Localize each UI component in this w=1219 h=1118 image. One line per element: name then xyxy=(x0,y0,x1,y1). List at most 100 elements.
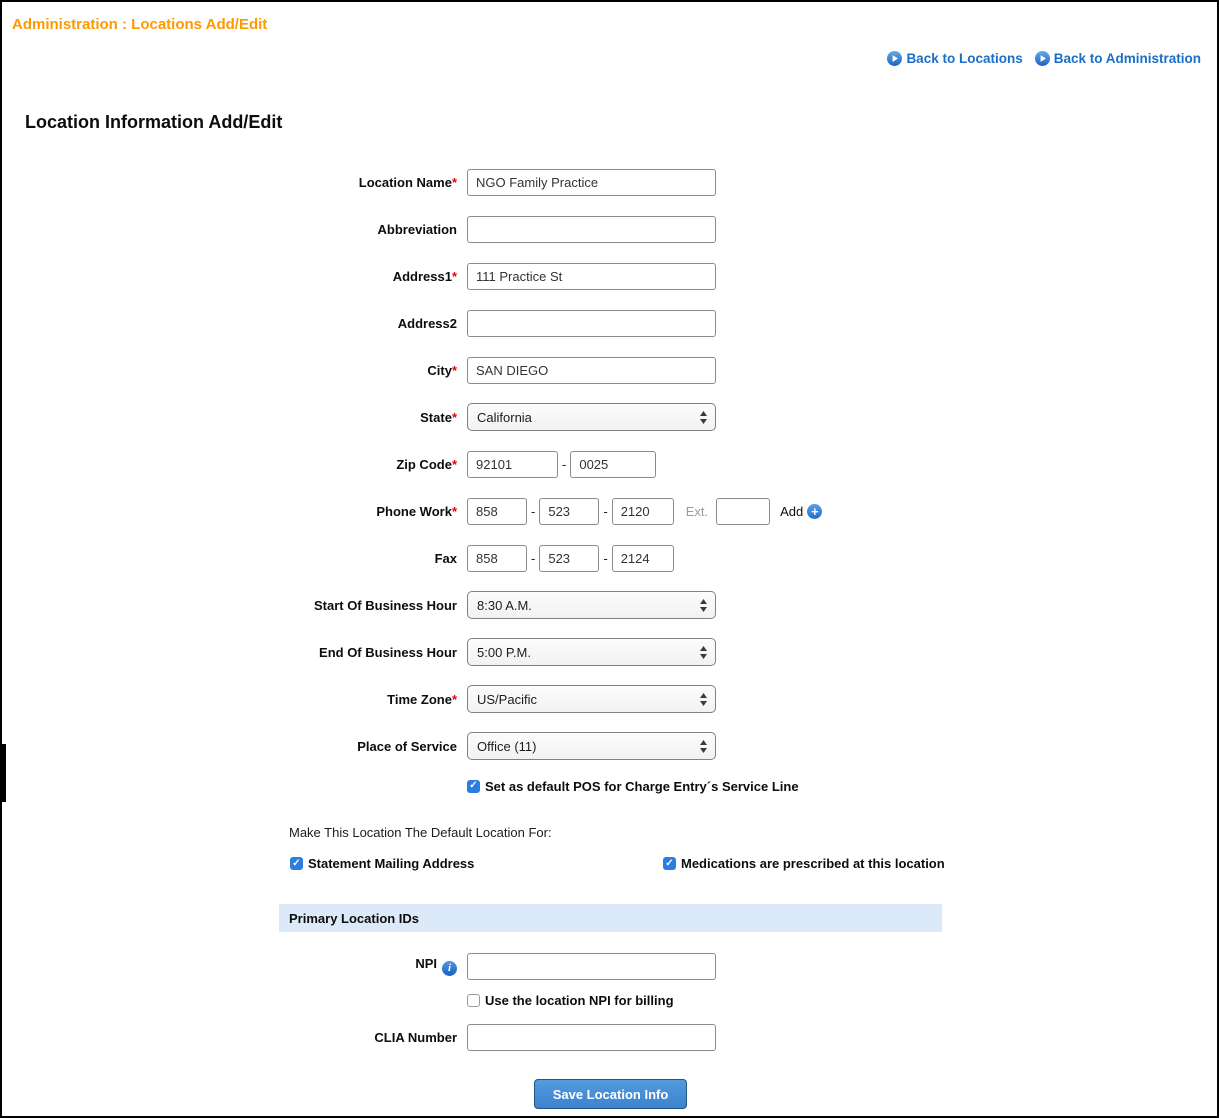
address1-row: Address1* xyxy=(2,262,1217,290)
address1-label: Address1* xyxy=(2,269,467,284)
primary-location-ids-header: Primary Location IDs xyxy=(279,904,942,932)
back-to-administration-link[interactable]: Back to Administration xyxy=(1035,51,1201,66)
required-mark: * xyxy=(452,175,457,190)
zip-label: Zip Code* xyxy=(2,457,467,472)
fax-line-input[interactable] xyxy=(612,545,674,572)
state-select[interactable]: California xyxy=(467,403,716,431)
phone-line-input[interactable] xyxy=(612,498,674,525)
time-zone-select[interactable]: US/Pacific xyxy=(467,685,716,713)
phone-prefix-input[interactable] xyxy=(539,498,599,525)
location-name-row: Location Name* xyxy=(2,168,1217,196)
chevron-up-down-icon xyxy=(699,739,708,754)
address1-input[interactable] xyxy=(467,263,716,290)
place-of-service-label: Place of Service xyxy=(2,739,467,754)
clia-input[interactable] xyxy=(467,1024,716,1051)
start-hour-select-value: 8:30 A.M. xyxy=(477,598,532,613)
pos-default-label: Set as default POS for Charge Entry´s Se… xyxy=(485,779,799,794)
required-mark: * xyxy=(452,363,457,378)
required-mark: * xyxy=(452,269,457,284)
button-row: Save Location Info xyxy=(279,1079,942,1109)
save-location-button[interactable]: Save Location Info xyxy=(534,1079,688,1109)
chevron-up-down-icon xyxy=(699,645,708,660)
top-links: Back to Locations Back to Administration xyxy=(2,50,1217,66)
abbreviation-label: Abbreviation xyxy=(2,222,467,237)
statement-mailing-label: Statement Mailing Address xyxy=(308,856,474,871)
start-hour-label: Start Of Business Hour xyxy=(2,598,467,613)
page-title: Location Information Add/Edit xyxy=(25,112,1217,133)
required-mark: * xyxy=(452,410,457,425)
phone-work-label: Phone Work* xyxy=(2,504,467,519)
npi-row: NPIi xyxy=(2,952,1217,980)
npi-billing-label: Use the location NPI for billing xyxy=(485,993,674,1008)
required-mark: * xyxy=(452,504,457,519)
fax-separator: - xyxy=(531,551,535,566)
fax-prefix-input[interactable] xyxy=(539,545,599,572)
place-of-service-select-value: Office (11) xyxy=(477,739,536,754)
info-icon[interactable]: i xyxy=(442,961,457,976)
add-phone-icon[interactable]: + xyxy=(807,504,822,519)
page-border-tick xyxy=(2,744,6,802)
back-arrow-icon xyxy=(1035,51,1050,66)
end-hour-label: End Of Business Hour xyxy=(2,645,467,660)
back-arrow-icon xyxy=(887,51,902,66)
state-label: State* xyxy=(2,410,467,425)
city-label: City* xyxy=(2,363,467,378)
medications-checkbox[interactable] xyxy=(663,857,676,870)
medications-option: Medications are prescribed at this locat… xyxy=(663,856,945,871)
fax-row: Fax - - xyxy=(2,544,1217,572)
ext-label: Ext. xyxy=(686,504,708,519)
state-select-value: California xyxy=(477,410,532,425)
start-hour-row: Start Of Business Hour 8:30 A.M. xyxy=(2,591,1217,619)
required-mark: * xyxy=(452,457,457,472)
pos-default-checkbox[interactable] xyxy=(467,780,480,793)
start-hour-select[interactable]: 8:30 A.M. xyxy=(467,591,716,619)
statement-mailing-option: Statement Mailing Address xyxy=(290,856,663,871)
city-row: City* xyxy=(2,356,1217,384)
npi-billing-checkbox[interactable] xyxy=(467,994,480,1007)
zip-row: Zip Code* - xyxy=(2,450,1217,478)
state-row: State* California xyxy=(2,403,1217,431)
address2-row: Address2 xyxy=(2,309,1217,337)
fax-label: Fax xyxy=(2,551,467,566)
fax-area-input[interactable] xyxy=(467,545,527,572)
time-zone-select-value: US/Pacific xyxy=(477,692,537,707)
city-input[interactable] xyxy=(467,357,716,384)
location-name-input[interactable] xyxy=(467,169,716,196)
add-phone-label: Add xyxy=(780,504,803,519)
chevron-up-down-icon xyxy=(699,410,708,425)
clia-row: CLIA Number xyxy=(2,1023,1217,1051)
phone-separator: - xyxy=(531,504,535,519)
required-mark: * xyxy=(452,692,457,707)
back-to-locations-link[interactable]: Back to Locations xyxy=(887,51,1022,66)
default-location-heading: Make This Location The Default Location … xyxy=(289,825,1217,840)
phone-area-input[interactable] xyxy=(467,498,527,525)
breadcrumb: Administration : Locations Add/Edit xyxy=(2,2,1217,33)
abbreviation-input[interactable] xyxy=(467,216,716,243)
back-to-locations-label: Back to Locations xyxy=(906,51,1022,66)
zip-input-2[interactable] xyxy=(570,451,656,478)
chevron-up-down-icon xyxy=(699,598,708,613)
zip-separator: - xyxy=(562,457,566,472)
phone-ext-input[interactable] xyxy=(716,498,770,525)
zip-input-1[interactable] xyxy=(467,451,558,478)
medications-label: Medications are prescribed at this locat… xyxy=(681,856,945,871)
npi-label: NPIi xyxy=(2,956,467,976)
back-to-administration-label: Back to Administration xyxy=(1054,51,1201,66)
time-zone-row: Time Zone* US/Pacific xyxy=(2,685,1217,713)
pos-default-row: Set as default POS for Charge Entry´s Se… xyxy=(467,779,1217,793)
end-hour-select-value: 5:00 P.M. xyxy=(477,645,531,660)
clia-label: CLIA Number xyxy=(2,1030,467,1045)
fax-separator: - xyxy=(603,551,607,566)
location-form: Location Name* Abbreviation Address1* Ad… xyxy=(2,168,1217,1109)
end-hour-select[interactable]: 5:00 P.M. xyxy=(467,638,716,666)
phone-separator: - xyxy=(603,504,607,519)
npi-input[interactable] xyxy=(467,953,716,980)
location-name-label: Location Name* xyxy=(2,175,467,190)
chevron-up-down-icon xyxy=(699,692,708,707)
address2-label: Address2 xyxy=(2,316,467,331)
time-zone-label: Time Zone* xyxy=(2,692,467,707)
statement-mailing-checkbox[interactable] xyxy=(290,857,303,870)
place-of-service-select[interactable]: Office (11) xyxy=(467,732,716,760)
address2-input[interactable] xyxy=(467,310,716,337)
phone-work-row: Phone Work* - - Ext. Add + xyxy=(2,497,1217,525)
